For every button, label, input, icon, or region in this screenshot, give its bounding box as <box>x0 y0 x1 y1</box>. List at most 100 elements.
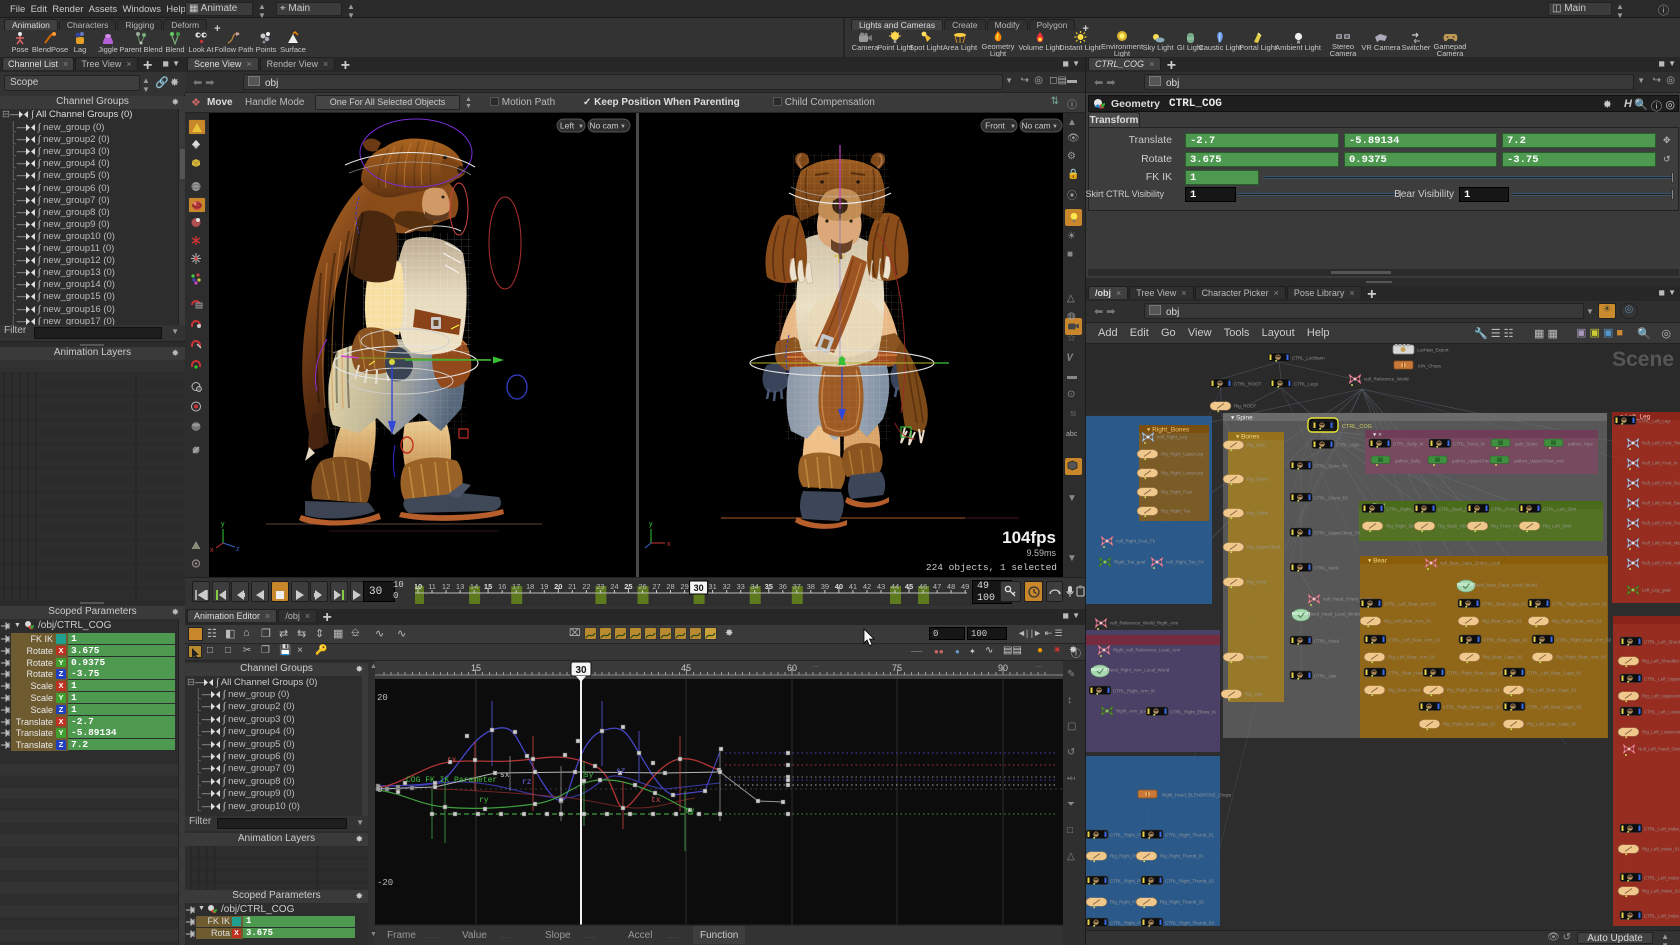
svg-text:CTRL_Left_Skirt: CTRL_Left_Skirt <box>1543 507 1577 512</box>
svg-text:44: 44 <box>891 582 899 591</box>
svg-text:CTRL_Left_Bear_Cape_01: CTRL_Left_Bear_Cape_01 <box>1527 671 1582 676</box>
svg-text:CTRL_Bear_Cape_01: CTRL_Bear_Cape_01 <box>1482 602 1527 607</box>
svg-text:CTRL_Neck: CTRL_Neck <box>1314 566 1339 571</box>
svg-text:9.59ms: 9.59ms <box>1026 548 1056 558</box>
svg-text:rx: rx <box>447 756 457 765</box>
svg-text:ty: ty <box>685 807 695 816</box>
svg-text:Rig_Right_Skirt: Rig_Right_Skirt <box>1386 524 1418 529</box>
svg-text:z: z <box>236 546 240 553</box>
svg-text:CTRL_Left_Index_2: CTRL_Left_Index_2 <box>1644 914 1680 919</box>
svg-text:Rig_Bear_Cape_02: Rig_Bear_Cape_02 <box>1483 655 1523 660</box>
svg-text:tx: tx <box>651 796 661 805</box>
svg-text:20: 20 <box>554 582 562 591</box>
svg-text:y: y <box>221 521 225 528</box>
svg-text:Rig_Right_Bear_Arm_04: Rig_Right_Bear_Arm_04 <box>1556 655 1607 660</box>
svg-text:35: 35 <box>765 582 773 591</box>
svg-text:......: ...... <box>666 931 679 940</box>
svg-text:COG FK IK Parameter: COG FK IK Parameter <box>406 776 497 785</box>
svg-text:Null_Left_Foot_Ankle: Null_Left_Foot_Ankle <box>1642 561 1680 566</box>
svg-text:Rig_Back_Skirt: Rig_Back_Skirt <box>1438 524 1470 529</box>
svg-text:Left_Leg_goal: Left_Leg_goal <box>1642 588 1671 593</box>
svg-text:38: 38 <box>807 582 815 591</box>
svg-text:19: 19 <box>540 582 548 591</box>
svg-text:CTRL_Left_Index_0: CTRL_Left_Index_0 <box>1644 827 1680 832</box>
svg-text:CTRL_Head: CTRL_Head <box>1314 639 1340 644</box>
svg-text:▼: ▼ <box>620 124 626 130</box>
svg-text:pathcv_UpperChest_end: pathcv_UpperChest_end <box>1514 459 1564 464</box>
svg-text:Rig_Left_Bear_Cape_01: Rig_Left_Bear_Cape_01 <box>1527 688 1577 693</box>
svg-text:46: 46 <box>919 582 927 591</box>
svg-text:Rig_Head: Rig_Head <box>1247 655 1268 660</box>
svg-text:▾ Bones: ▾ Bones <box>1236 434 1260 441</box>
svg-text:Null_Left_Foot_Back: Null_Left_Foot_Back <box>1642 501 1680 506</box>
svg-text:Rig_Left_Bear_Arm_02: Rig_Left_Bear_Arm_02 <box>1388 655 1436 660</box>
svg-text:21: 21 <box>568 582 576 591</box>
svg-text:Rig_Spine: Rig_Spine <box>1247 477 1268 482</box>
svg-text:41: 41 <box>849 582 857 591</box>
svg-text:Rig_Left_LowerArm: Rig_Left_LowerArm <box>1642 730 1680 735</box>
svg-text:CTRL_Left_Leg: CTRL_Left_Leg <box>1638 419 1670 424</box>
svg-text:29: 29 <box>680 582 688 591</box>
svg-text:Null_Left_Foot_Out: Null_Left_Foot_Out <box>1642 481 1680 486</box>
svg-text:x: x <box>667 541 671 548</box>
svg-text:12: 12 <box>442 582 450 591</box>
svg-text:CTRL_Bear_Cape_02: CTRL_Bear_Cape_02 <box>1483 638 1528 643</box>
svg-text:Front: Front <box>985 121 1005 131</box>
svg-text:......: ...... <box>500 931 513 940</box>
svg-text:CTRL_Left_UpperArm: CTRL_Left_UpperArm <box>1644 677 1680 682</box>
svg-text:32: 32 <box>723 582 731 591</box>
svg-text:Right_Arm_goal: Right_Arm_goal <box>1116 709 1148 714</box>
svg-text:27: 27 <box>652 582 660 591</box>
svg-text:null_Right_Toe_FK: null_Right_Toe_FK <box>1166 560 1204 565</box>
svg-text:Rig_Right_LowerLeg: Rig_Right_LowerLeg <box>1161 471 1204 476</box>
svg-text:Rig_Left_UpperArm: Rig_Left_UpperArm <box>1642 694 1680 699</box>
svg-text:sz: sz <box>616 767 626 776</box>
svg-text:Rig_Left_Index_01: Rig_Left_Index_01 <box>1642 847 1680 852</box>
svg-text:CTRL_Right_Bear_Cape_01: CTRL_Right_Bear_Cape_01 <box>1447 671 1505 676</box>
svg-text:CTRL_Belly_IK: CTRL_Belly_IK <box>1393 442 1424 447</box>
svg-text:16: 16 <box>498 582 506 591</box>
svg-text:26: 26 <box>638 582 646 591</box>
svg-text:null_Reference_World: null_Reference_World <box>1364 377 1409 382</box>
svg-text:42: 42 <box>863 582 871 591</box>
svg-text:null_Bear_Cape_Orient_Local: null_Bear_Cape_Orient_Local <box>1440 561 1500 566</box>
svg-text:CTRL_Hips: CTRL_Hips <box>1336 443 1360 448</box>
svg-text:y: y <box>649 521 653 528</box>
svg-text:▼: ▼ <box>578 124 584 130</box>
svg-text:Rig_Left_Shoulder: Rig_Left_Shoulder <box>1642 659 1680 664</box>
svg-text:sx: sx <box>500 771 510 780</box>
svg-text:CTRL_Right_Bear_Cape_02: CTRL_Right_Bear_Cape_02 <box>1443 705 1501 710</box>
svg-text:Rig_Hips: Rig_Hips <box>1247 443 1266 448</box>
svg-text:23: 23 <box>596 582 604 591</box>
svg-text:Rig_Bear_Cape_01: Rig_Bear_Cape_01 <box>1482 619 1522 624</box>
svg-text:CTRL_COG: CTRL_COG <box>1342 424 1372 430</box>
svg-text:......: ...... <box>583 931 596 940</box>
svg-text:pathcv_Hips: pathcv_Hips <box>1568 442 1594 447</box>
svg-text:13: 13 <box>456 582 464 591</box>
svg-text:22: 22 <box>582 582 590 591</box>
svg-text:CTRL_Bear_Head: CTRL_Bear_Head <box>1388 671 1426 676</box>
svg-text:Rig_Right_Bear_Arm_01: Rig_Right_Bear_Arm_01 <box>1552 619 1603 624</box>
svg-text:Rig_Right_Bear_Cape_01: Rig_Right_Bear_Cape_01 <box>1447 688 1500 693</box>
svg-text:Null_Left_Hand_Orient: Null_Left_Hand_Orient <box>1638 747 1680 752</box>
svg-text:No cam: No cam <box>589 121 618 131</box>
svg-text:CTRL_Left_Bear_Cape_02: CTRL_Left_Bear_Cape_02 <box>1527 705 1582 710</box>
svg-text:11: 11 <box>428 582 436 591</box>
svg-text:Value: Value <box>462 930 487 941</box>
svg-text:31: 31 <box>708 582 716 591</box>
svg-text:Rig_Neck: Rig_Neck <box>1247 580 1267 585</box>
svg-text:CTRL_Jaw: CTRL_Jaw <box>1314 674 1337 679</box>
svg-text:blend_Right_Arm_Local_World: blend_Right_Arm_Local_World <box>1107 668 1170 673</box>
svg-text:30: 30 <box>694 583 704 593</box>
svg-text:Left: Left <box>560 121 575 131</box>
svg-text:Null_Left_Foot_In: Null_Left_Foot_In <box>1642 461 1678 466</box>
svg-text:rz: rz <box>522 778 532 787</box>
svg-text:CTRL_Right_Arm_IK: CTRL_Right_Arm_IK <box>1113 689 1155 694</box>
svg-text:45: 45 <box>905 582 913 591</box>
svg-text:40: 40 <box>835 582 843 591</box>
svg-text:28: 28 <box>666 582 674 591</box>
svg-text:▼: ▼ <box>1010 124 1016 130</box>
svg-text:CTRL_UpperChest_FK: CTRL_UpperChest_FK <box>1314 531 1361 536</box>
svg-text:pathcv_Belly: pathcv_Belly <box>1395 459 1421 464</box>
svg-text:Rig_Right_Thumb_01: Rig_Right_Thumb_01 <box>1160 854 1204 859</box>
